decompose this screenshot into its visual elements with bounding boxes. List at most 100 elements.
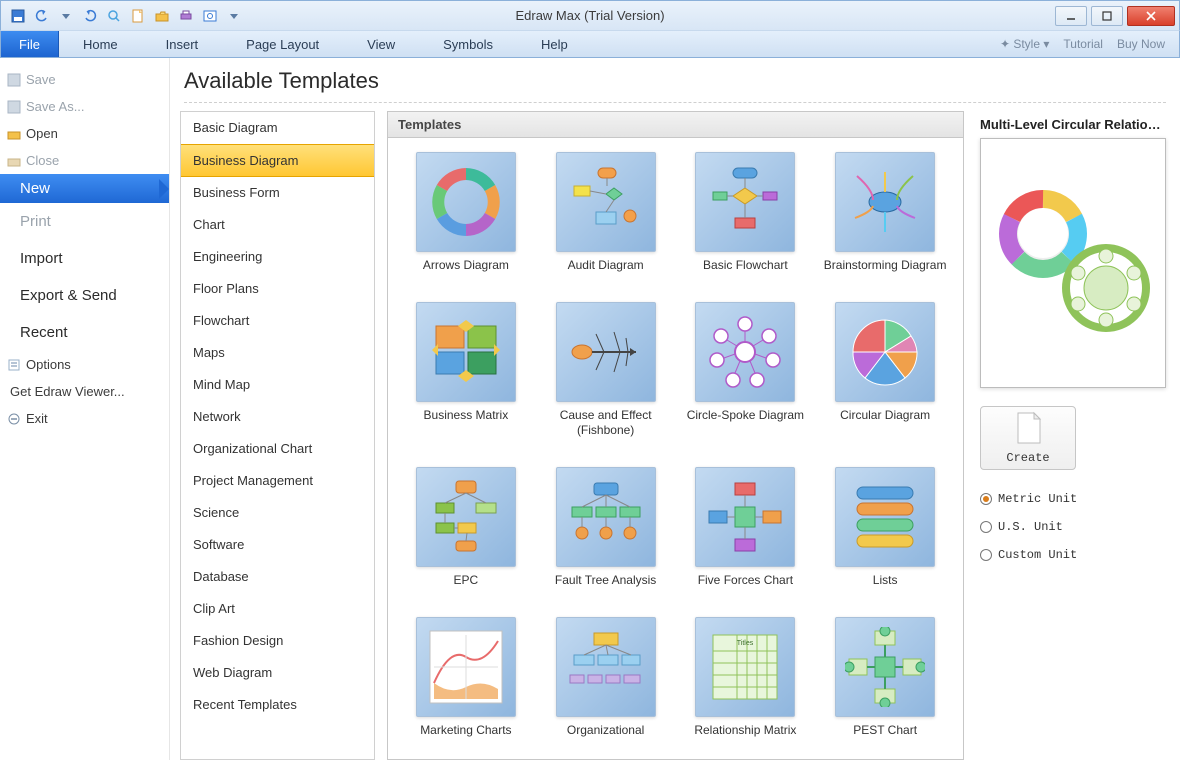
template-item[interactable]: EPC — [402, 467, 530, 595]
print-icon[interactable] — [177, 7, 195, 25]
template-item[interactable]: Audit Diagram — [542, 152, 670, 280]
tab-view[interactable]: View — [343, 31, 419, 57]
template-label: Relationship Matrix — [681, 723, 809, 738]
template-item[interactable]: Brainstorming Diagram — [821, 152, 949, 280]
sidebar-options[interactable]: Options — [0, 351, 169, 378]
category-item[interactable]: Floor Plans — [181, 273, 374, 305]
sidebar-close[interactable]: Close — [0, 147, 169, 174]
category-item[interactable]: Network — [181, 401, 374, 433]
template-item[interactable]: Arrows Diagram — [402, 152, 530, 280]
template-item[interactable]: Five Forces Chart — [681, 467, 809, 595]
preview-thumbnail — [980, 138, 1166, 388]
category-item[interactable]: Engineering — [181, 241, 374, 273]
category-item[interactable]: Database — [181, 561, 374, 593]
dropdown-icon[interactable] — [57, 7, 75, 25]
category-item[interactable]: Recent Templates — [181, 689, 374, 721]
template-thumbnail — [416, 152, 516, 252]
category-item[interactable]: Maps — [181, 337, 374, 369]
new-doc-icon[interactable] — [129, 7, 147, 25]
save-as-icon — [6, 99, 22, 115]
template-label: Cause and Effect (Fishbone) — [542, 408, 670, 438]
divider — [184, 102, 1166, 103]
tutorial-link[interactable]: Tutorial — [1063, 37, 1103, 51]
minimize-button[interactable] — [1055, 6, 1087, 26]
open-folder-icon — [6, 126, 22, 142]
template-item[interactable]: PEST Chart — [821, 617, 949, 745]
template-item[interactable]: Cause and Effect (Fishbone) — [542, 302, 670, 445]
template-thumbnail — [835, 467, 935, 567]
templates-panel: Templates Arrows DiagramAudit DiagramBas… — [387, 111, 964, 760]
template-item[interactable]: Marketing Charts — [402, 617, 530, 745]
radio-icon — [980, 521, 992, 533]
qat-customize-icon[interactable] — [225, 7, 243, 25]
category-item[interactable]: Chart — [181, 209, 374, 241]
template-item[interactable]: Fault Tree Analysis — [542, 467, 670, 595]
category-item[interactable]: Clip Art — [181, 593, 374, 625]
buy-now-link[interactable]: Buy Now — [1117, 37, 1165, 51]
template-thumbnail — [416, 617, 516, 717]
category-item[interactable]: Flowchart — [181, 305, 374, 337]
preview-icon[interactable] — [201, 7, 219, 25]
template-item[interactable]: Business Matrix — [402, 302, 530, 445]
radio-icon — [980, 493, 992, 505]
tab-symbols[interactable]: Symbols — [419, 31, 517, 57]
category-item[interactable]: Project Management — [181, 465, 374, 497]
sidebar-new[interactable]: New — [0, 174, 169, 203]
templates-gallery[interactable]: Arrows DiagramAudit DiagramBasic Flowcha… — [387, 138, 964, 760]
maximize-button[interactable] — [1091, 6, 1123, 26]
category-item[interactable]: Web Diagram — [181, 657, 374, 689]
template-item[interactable]: Lists — [821, 467, 949, 595]
tab-home[interactable]: Home — [59, 31, 142, 57]
tab-page-layout[interactable]: Page Layout — [222, 31, 343, 57]
template-label: Circle-Spoke Diagram — [681, 408, 809, 423]
template-label: Marketing Charts — [402, 723, 530, 738]
close-button[interactable] — [1127, 6, 1175, 26]
zoom-icon[interactable] — [105, 7, 123, 25]
unit-us[interactable]: U.S. Unit — [980, 520, 1168, 534]
quick-access-toolbar — [1, 7, 243, 25]
sidebar-recent[interactable]: Recent — [0, 314, 169, 351]
style-link[interactable]: ✦ Style ▾ — [1000, 37, 1049, 51]
sidebar-exit[interactable]: Exit — [0, 405, 169, 432]
category-item[interactable]: Fashion Design — [181, 625, 374, 657]
sidebar-get-viewer[interactable]: Get Edraw Viewer... — [0, 378, 169, 405]
template-thumbnail — [695, 302, 795, 402]
category-item[interactable]: Mind Map — [181, 369, 374, 401]
template-item[interactable]: Circular Diagram — [821, 302, 949, 445]
save-icon[interactable] — [9, 7, 27, 25]
create-button[interactable]: Create — [980, 406, 1076, 470]
category-item[interactable]: Science — [181, 497, 374, 529]
undo-icon[interactable] — [33, 7, 51, 25]
sidebar-save-as[interactable]: Save As... — [0, 93, 169, 120]
redo-icon[interactable] — [81, 7, 99, 25]
template-item[interactable]: Organizational — [542, 617, 670, 745]
category-list[interactable]: Basic DiagramBusiness DiagramBusiness Fo… — [180, 111, 375, 760]
template-label: Lists — [821, 573, 949, 588]
open-icon[interactable] — [153, 7, 171, 25]
file-tab[interactable]: File — [1, 31, 59, 57]
backstage-sidebar: Save Save As... Open Close New Print Imp… — [0, 58, 170, 760]
template-thumbnail — [416, 302, 516, 402]
category-item[interactable]: Business Form — [181, 177, 374, 209]
template-item[interactable]: Circle-Spoke Diagram — [681, 302, 809, 445]
template-thumbnail — [416, 467, 516, 567]
sidebar-print[interactable]: Print — [0, 203, 169, 240]
template-label: Five Forces Chart — [681, 573, 809, 588]
category-item[interactable]: Business Diagram — [181, 144, 374, 177]
svg-text:Titles: Titles — [737, 640, 754, 647]
tab-help[interactable]: Help — [517, 31, 592, 57]
category-item[interactable]: Software — [181, 529, 374, 561]
category-item[interactable]: Basic Diagram — [181, 112, 374, 144]
unit-custom[interactable]: Custom Unit — [980, 548, 1168, 562]
tab-insert[interactable]: Insert — [142, 31, 223, 57]
window-title: Edraw Max (Trial Version) — [515, 8, 664, 23]
sidebar-import[interactable]: Import — [0, 240, 169, 277]
unit-metric[interactable]: Metric Unit — [980, 492, 1168, 506]
template-thumbnail — [835, 302, 935, 402]
sidebar-save[interactable]: Save — [0, 66, 169, 93]
template-item[interactable]: Titles Relationship Matrix — [681, 617, 809, 745]
template-item[interactable]: Basic Flowchart — [681, 152, 809, 280]
sidebar-export[interactable]: Export & Send — [0, 277, 169, 314]
category-item[interactable]: Organizational Chart — [181, 433, 374, 465]
sidebar-open[interactable]: Open — [0, 120, 169, 147]
